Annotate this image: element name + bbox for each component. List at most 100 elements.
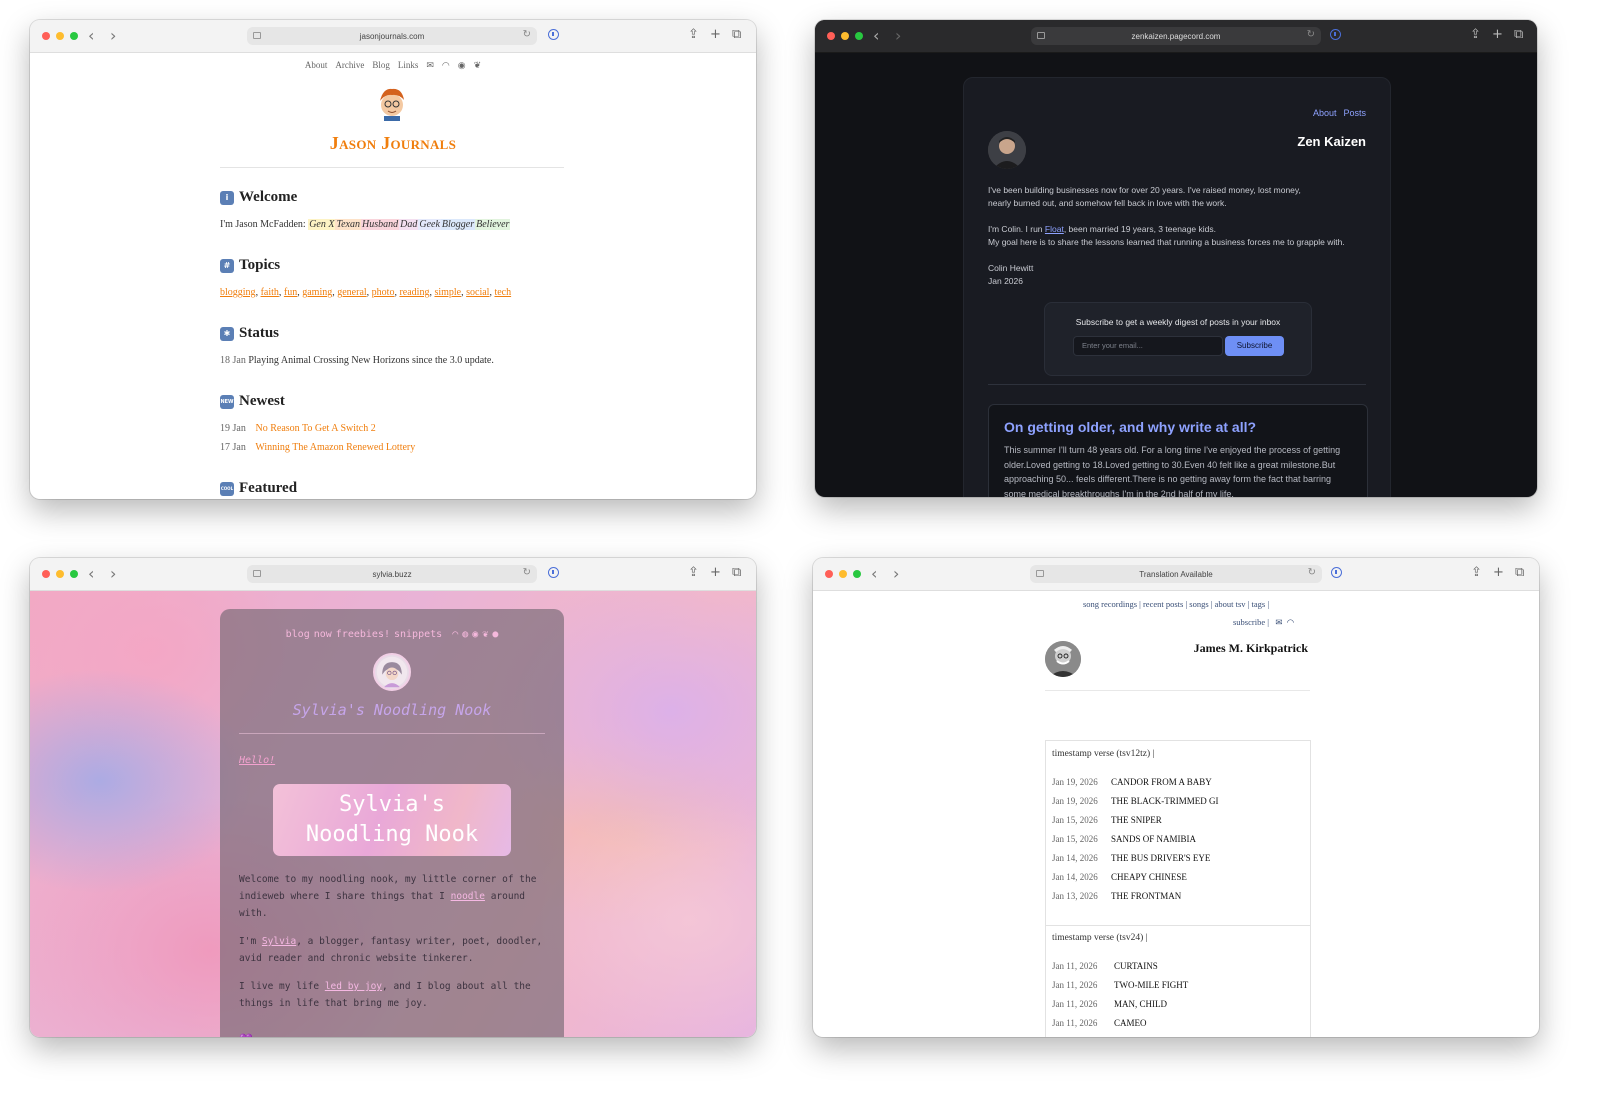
- back-arrow-icon[interactable]: ‹: [871, 564, 877, 584]
- zoom-window-button[interactable]: [70, 570, 78, 578]
- post-link[interactable]: No Reason To Get A Switch 2: [256, 423, 376, 434]
- post-link[interactable]: THE BLACK-TRIMMED GI: [1111, 796, 1219, 806]
- topic-link[interactable]: general: [337, 287, 366, 298]
- password-manager-icon[interactable]: [548, 29, 559, 40]
- reload-icon[interactable]: ↻: [1307, 29, 1315, 40]
- back-arrow-icon[interactable]: ‹: [88, 564, 94, 584]
- reload-icon[interactable]: ↻: [523, 29, 531, 40]
- nav-now[interactable]: now: [314, 629, 332, 640]
- new-tab-icon[interactable]: +: [1493, 564, 1504, 582]
- bluesky-icon[interactable]: ❦: [482, 629, 488, 640]
- zoom-window-button[interactable]: [70, 32, 78, 40]
- mastodon-icon[interactable]: ◉: [472, 629, 478, 640]
- rss-icon[interactable]: ◠: [452, 629, 458, 640]
- share-icon[interactable]: ⇪: [1471, 564, 1482, 582]
- share-icon[interactable]: ⇪: [688, 26, 699, 44]
- topic-link[interactable]: blogging: [220, 287, 256, 298]
- tabs-overview-icon[interactable]: ⧉: [1514, 26, 1523, 44]
- section-title[interactable]: timestamp verse (tsv24) |: [1052, 933, 1148, 943]
- forward-arrow-icon[interactable]: ›: [895, 26, 901, 46]
- post-link[interactable]: THE SNIPER: [1111, 815, 1162, 825]
- forward-arrow-icon[interactable]: ›: [110, 26, 116, 46]
- forward-arrow-icon[interactable]: ›: [110, 564, 116, 584]
- email-icon[interactable]: ✉: [426, 60, 434, 70]
- zoom-window-button[interactable]: [853, 570, 861, 578]
- nav-recent-posts[interactable]: recent posts |: [1143, 599, 1187, 609]
- float-link[interactable]: Float: [1045, 224, 1064, 234]
- pixelfed-icon[interactable]: ●: [492, 629, 498, 640]
- post-link[interactable]: CAMEO: [1114, 1018, 1147, 1028]
- section-title[interactable]: timestamp verse (tsv12tz) |: [1052, 749, 1154, 759]
- close-window-button[interactable]: [42, 570, 50, 578]
- post-link[interactable]: CANDOR FROM A BABY: [1111, 777, 1212, 787]
- minimize-window-button[interactable]: [839, 570, 847, 578]
- back-arrow-icon[interactable]: ‹: [873, 26, 879, 46]
- mastodon-icon[interactable]: ◉: [458, 60, 466, 70]
- share-icon[interactable]: ⇪: [1470, 26, 1481, 44]
- close-window-button[interactable]: [825, 570, 833, 578]
- new-tab-icon[interactable]: +: [710, 26, 721, 44]
- nav-links[interactable]: Links: [398, 60, 419, 70]
- nav-about-tsv[interactable]: about tsv |: [1215, 599, 1250, 609]
- nav-snippets[interactable]: snippets: [394, 629, 442, 640]
- address-bar[interactable]: zenkaizen.pagecord.com ↻: [1031, 27, 1321, 45]
- nav-tags[interactable]: tags |: [1252, 599, 1270, 609]
- topic-link[interactable]: faith: [261, 287, 279, 298]
- post-link[interactable]: TWO-MILE FIGHT: [1114, 980, 1188, 990]
- address-bar[interactable]: sylvia.buzz ↻: [247, 565, 537, 583]
- post-title[interactable]: On getting older, and why write at all?: [1004, 419, 1256, 435]
- close-window-button[interactable]: [827, 32, 835, 40]
- globe-icon[interactable]: ◍: [462, 629, 468, 640]
- site-title[interactable]: Sylvia's Noodling Nook: [220, 701, 564, 719]
- nav-freebies[interactable]: freebies!: [336, 629, 390, 640]
- nav-posts[interactable]: Posts: [1343, 108, 1366, 118]
- post-link[interactable]: Winning The Amazon Renewed Lottery: [255, 442, 415, 453]
- post-link[interactable]: SANDS OF NAMIBIA: [1111, 834, 1196, 844]
- nav-archive[interactable]: Archive: [335, 60, 364, 70]
- topic-link[interactable]: tech: [494, 287, 511, 298]
- post-link[interactable]: MAN, CHILD: [1114, 999, 1167, 1009]
- subscribe-button[interactable]: Subscribe: [1225, 336, 1284, 356]
- topic-link[interactable]: gaming: [302, 287, 332, 298]
- topic-link[interactable]: fun: [284, 287, 297, 298]
- close-window-button[interactable]: [42, 32, 50, 40]
- address-bar[interactable]: jasonjournals.com ↻: [247, 27, 537, 45]
- post-link[interactable]: CHEAPY CHINESE: [1111, 872, 1187, 882]
- email-field[interactable]: Enter your email...: [1073, 336, 1223, 356]
- topic-link[interactable]: simple: [434, 287, 461, 298]
- reload-icon[interactable]: ↻: [523, 567, 531, 578]
- nav-subscribe[interactable]: subscribe |: [1233, 617, 1269, 627]
- sylvia-link[interactable]: Sylvia: [262, 936, 296, 947]
- topic-link[interactable]: social: [466, 287, 489, 298]
- rss-icon[interactable]: ◠: [1285, 617, 1294, 627]
- password-manager-icon[interactable]: [1330, 29, 1341, 40]
- topic-link[interactable]: reading: [399, 287, 429, 298]
- hello-link[interactable]: Hello!: [239, 755, 275, 766]
- site-title[interactable]: Jason Journals: [30, 133, 756, 154]
- bluesky-icon[interactable]: ❦: [474, 60, 482, 70]
- address-bar[interactable]: Translation Available ↻: [1030, 565, 1322, 583]
- nav-songs[interactable]: songs |: [1189, 599, 1212, 609]
- rss-icon[interactable]: ◠: [442, 60, 450, 70]
- password-manager-icon[interactable]: [1331, 567, 1342, 578]
- new-tab-icon[interactable]: +: [1492, 26, 1503, 44]
- post-link[interactable]: CURTAINS: [1114, 961, 1158, 971]
- post-link[interactable]: THE BUS DRIVER'S EYE: [1111, 853, 1210, 863]
- email-icon[interactable]: ✉: [1271, 617, 1282, 627]
- tabs-overview-icon[interactable]: ⧉: [732, 564, 741, 582]
- translate-icon[interactable]: [1036, 570, 1044, 577]
- led-by-joy-link[interactable]: led by joy: [325, 981, 382, 992]
- nav-song-recordings[interactable]: song recordings |: [1083, 599, 1141, 609]
- tabs-overview-icon[interactable]: ⧉: [732, 26, 741, 44]
- reload-icon[interactable]: ↻: [1308, 567, 1316, 578]
- topic-link[interactable]: photo: [372, 287, 395, 298]
- password-manager-icon[interactable]: [548, 567, 559, 578]
- minimize-window-button[interactable]: [56, 32, 64, 40]
- new-tab-icon[interactable]: +: [710, 564, 721, 582]
- tabs-overview-icon[interactable]: ⧉: [1515, 564, 1524, 582]
- nav-blog[interactable]: Blog: [372, 60, 390, 70]
- nav-blog[interactable]: blog: [286, 629, 310, 640]
- share-icon[interactable]: ⇪: [688, 564, 699, 582]
- minimize-window-button[interactable]: [56, 570, 64, 578]
- forward-arrow-icon[interactable]: ›: [893, 564, 899, 584]
